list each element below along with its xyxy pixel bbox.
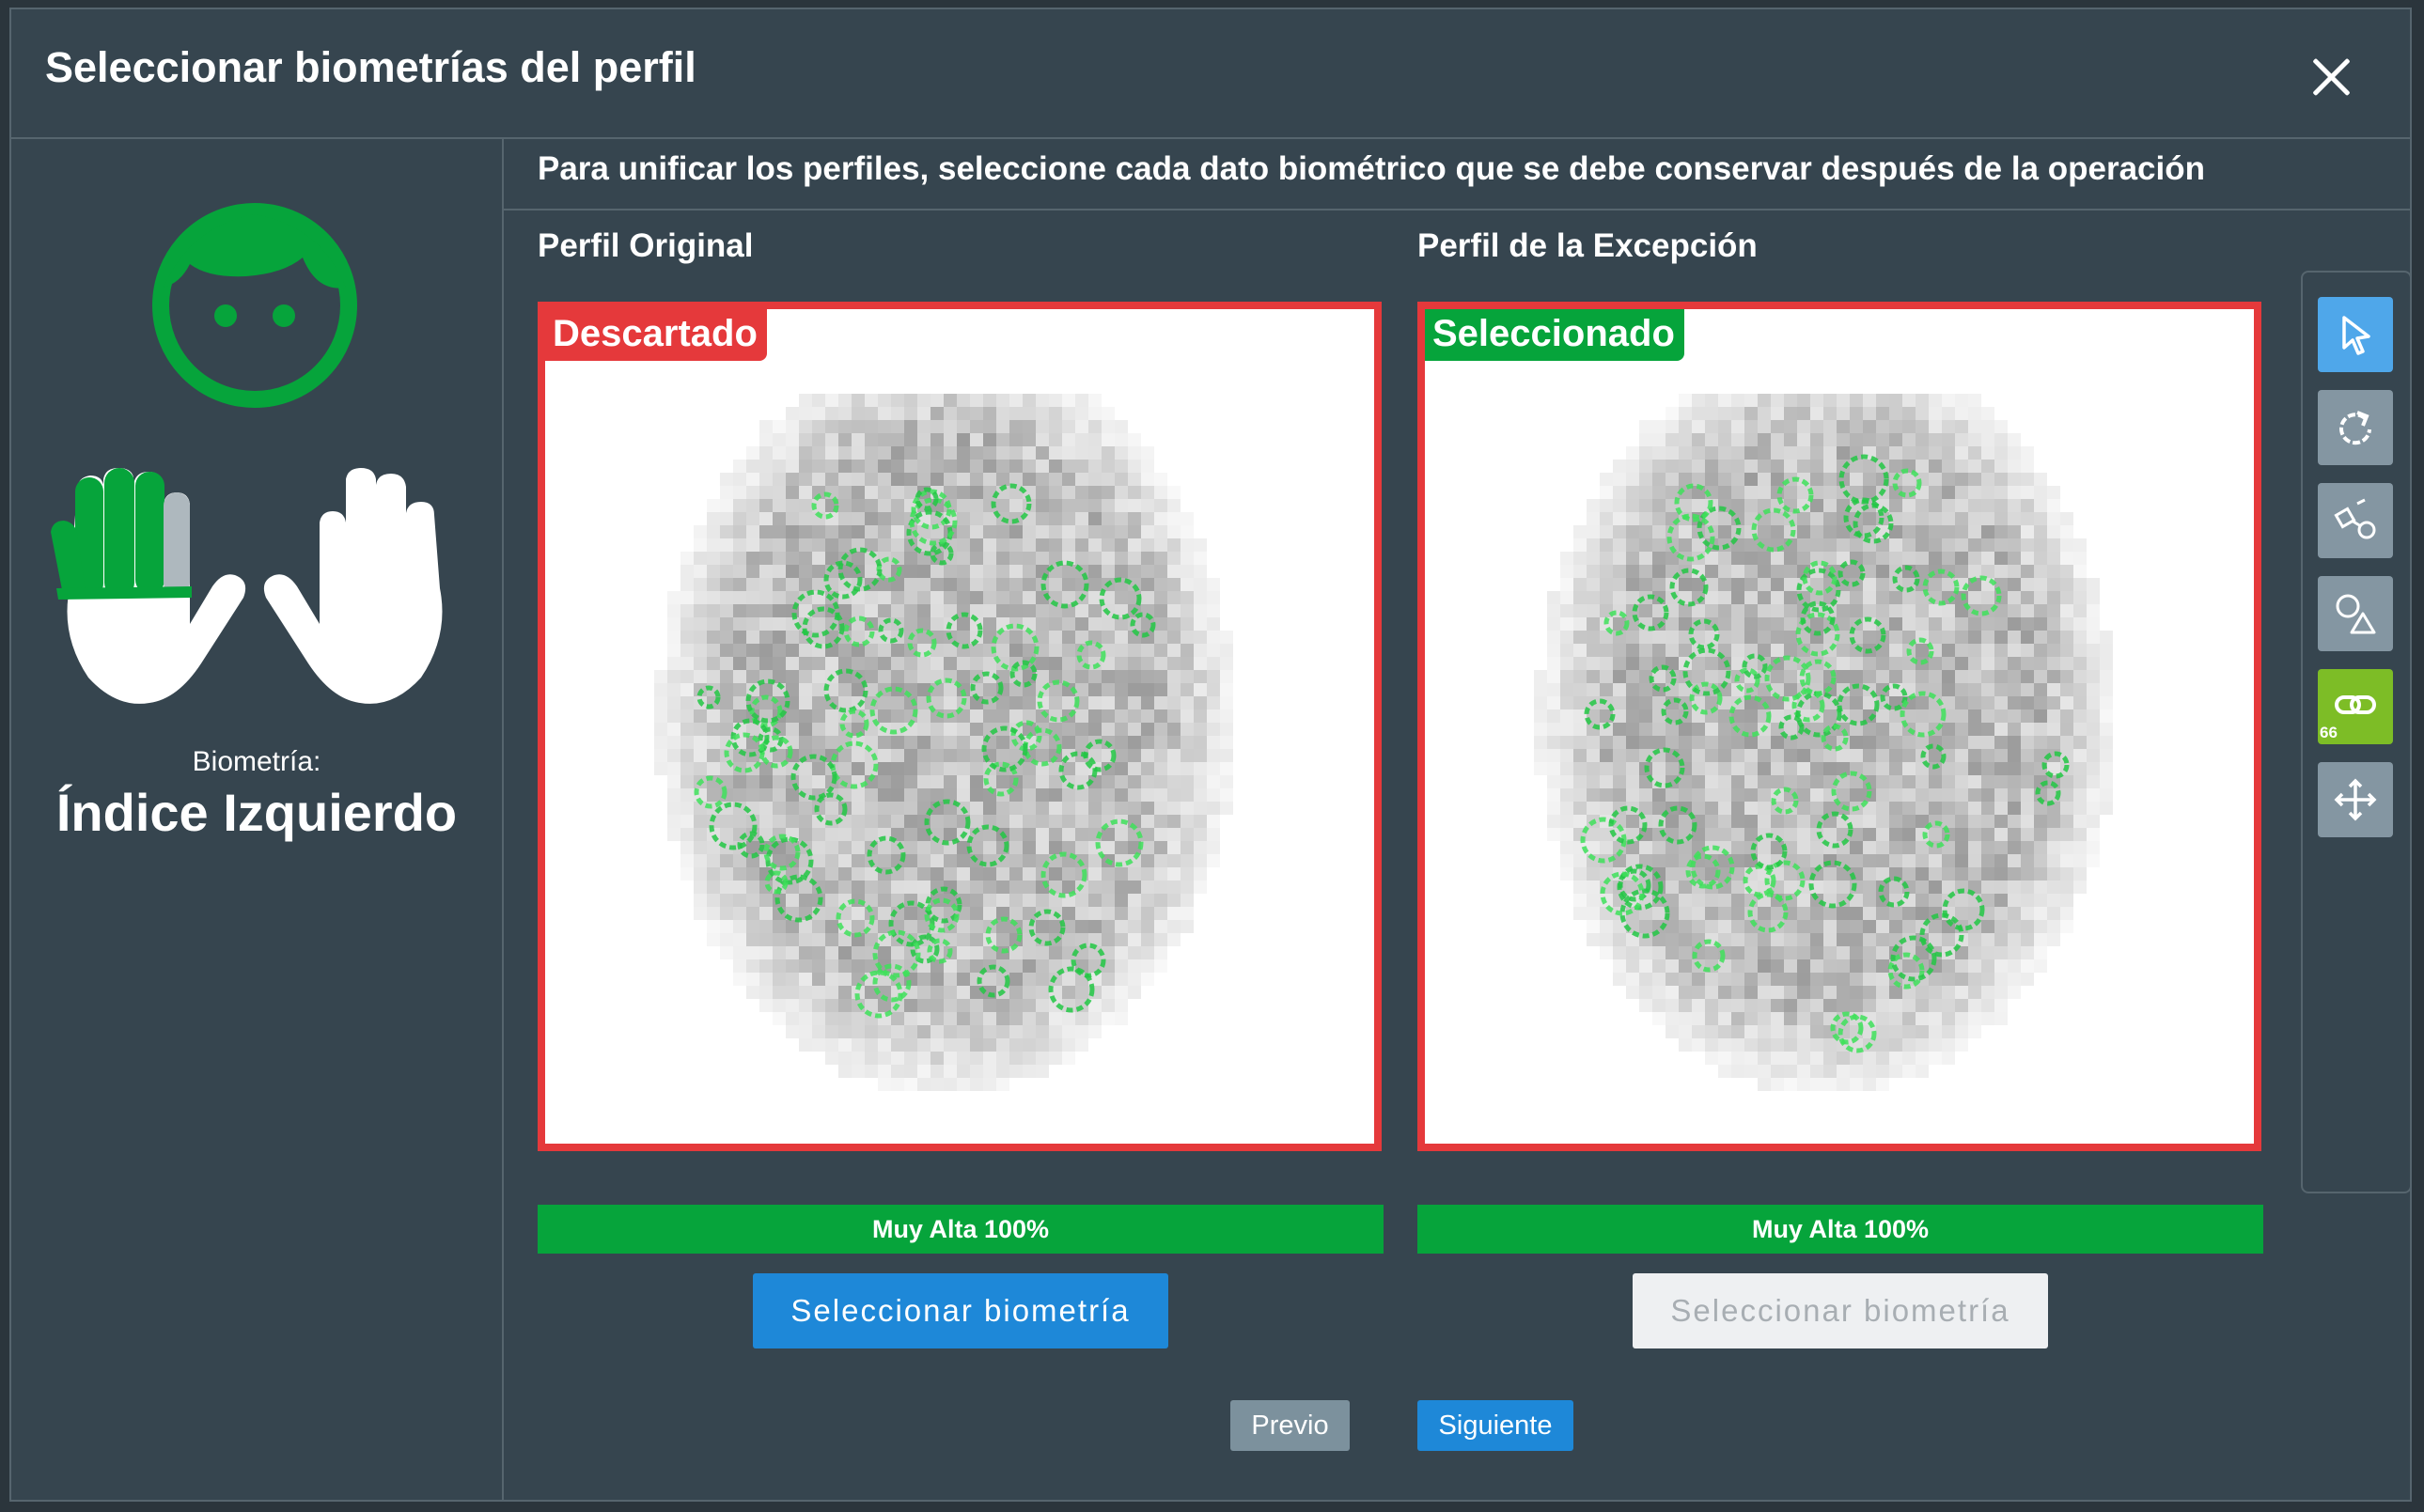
next-button[interactable]: Siguiente — [1417, 1400, 1573, 1451]
select-biometric-button[interactable]: Seleccionar biometría — [753, 1273, 1168, 1348]
biometric-label: Biometría: — [192, 746, 321, 777]
instruction-text: Para unificar los perfiles, seleccione c… — [538, 150, 2205, 187]
original-fingerprint-frame[interactable]: Descartado — [538, 302, 1382, 1151]
move-tool[interactable] — [2318, 762, 2393, 837]
status-badge: Descartado — [545, 309, 767, 361]
link-icon — [2335, 695, 2376, 714]
link-tool[interactable]: 66 — [2318, 669, 2393, 744]
dialog-title: Seleccionar biometrías del perfil — [45, 43, 696, 91]
link-count: 66 — [2320, 724, 2338, 741]
fingerprint-image — [654, 394, 1233, 1091]
pointer-tool[interactable] — [2318, 297, 2393, 372]
face-icon — [152, 203, 357, 408]
biometric-value: Índice Izquierdo — [55, 783, 458, 842]
status-badge: Seleccionado — [1425, 309, 1684, 361]
previous-button[interactable]: Previo — [1230, 1400, 1350, 1451]
fingerprint-image — [1534, 394, 2113, 1091]
dialog-header: Seleccionar biometrías del perfil — [11, 9, 2410, 139]
right-hand-icon — [263, 468, 443, 704]
left-hand-icon — [51, 468, 246, 704]
quality-bar: Muy Alta 100% — [1417, 1205, 2263, 1254]
exception-fingerprint-frame[interactable]: Seleccionado — [1417, 302, 2261, 1151]
close-icon[interactable] — [2310, 56, 2352, 98]
rotate-tool[interactable] — [2318, 390, 2393, 465]
draw-tool[interactable] — [2318, 483, 2393, 558]
select-biometrics-dialog: Seleccionar biometrías del perfil Biomet… — [9, 8, 2412, 1502]
original-profile-title: Perfil Original — [538, 227, 754, 264]
divider — [504, 209, 2410, 210]
quality-bar: Muy Alta 100% — [538, 1205, 1384, 1254]
draw-shapes-icon — [2334, 498, 2376, 539]
rotate-icon — [2339, 411, 2371, 445]
exception-profile-title: Perfil de la Excepción — [1417, 227, 1758, 264]
select-biometric-button-disabled[interactable]: Seleccionar biometría — [1633, 1273, 2048, 1348]
image-toolbar: 66 — [2301, 271, 2412, 1193]
move-icon — [2334, 778, 2377, 821]
shapes-icon — [2336, 594, 2376, 634]
cursor-arrow-icon — [2342, 316, 2370, 355]
shapes-tool[interactable] — [2318, 576, 2393, 651]
biometric-summary-panel: Biometría: Índice Izquierdo — [11, 137, 504, 1500]
